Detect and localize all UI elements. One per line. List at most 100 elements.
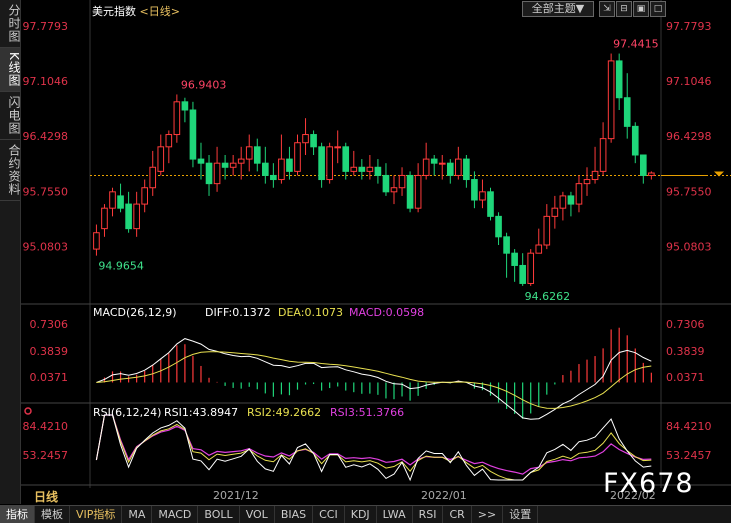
maximize-icon[interactable]: □ [650,1,666,17]
candle-down [503,236,510,254]
rsi-y-tick: 53.2457 [23,449,69,462]
candle-up [302,134,309,144]
y-tick-label: 97.7793 [23,20,69,33]
candle-up [438,162,446,165]
candle-down [125,203,132,230]
indicator-tab-rsi-11[interactable]: RSI [413,506,444,523]
candle-down [342,146,350,172]
candle-down [471,179,478,201]
macd-y-tick: 0.7306 [666,318,705,331]
sidebar-tab-0[interactable]: 分时图 [0,0,21,48]
candle-down [221,162,229,168]
candle-up [527,252,535,284]
local-high-annotation: 96.9403 [181,78,227,91]
watermark-logo: FX678 [603,468,694,499]
x-axis-label: 2021/12 [213,489,259,502]
period-label: 日线 [34,490,59,504]
macd-legend-label: MACD(26,12,9) [93,306,177,319]
candle-up [591,170,599,181]
indicator-tab-lwa-10[interactable]: LWA [377,506,413,523]
candle-down [318,146,325,181]
indicator-tab-kdj-9[interactable]: KDJ [345,506,377,523]
y-tick-label: 95.7550 [666,185,712,198]
indicator-tab--1[interactable]: 模板 [35,506,70,523]
rsi1-value: RSI1:43.8947 [164,406,238,419]
candle-down [631,125,639,156]
indicator-tab-vip-2[interactable]: VIP指标 [70,506,123,523]
candle-up [237,158,245,164]
y-tick-label: 95.0803 [666,241,712,254]
candle-up [133,203,140,230]
indicator-tab-macd-4[interactable]: MACD [152,506,199,523]
indicator-tab-bias-7[interactable]: BIAS [275,506,314,523]
rsi-y-tick: 84.4210 [23,420,69,433]
indicator-tab--0[interactable]: 指标 [0,506,35,523]
candle-down [567,195,575,205]
candle-up [213,162,221,185]
candle-down [286,158,293,172]
candle-up [575,183,583,205]
candle-up [173,101,181,136]
candle-up [551,207,559,217]
candle-up [278,158,285,181]
x-axis-label: 2022/01 [421,489,467,502]
chart-title: 美元指数 <日线> [92,3,180,19]
candle-up [245,146,253,160]
candle-up [350,166,358,172]
macd-y-tick: 0.0371 [30,371,69,384]
indicator-tab--13[interactable]: >> [472,506,504,523]
y-tick-label: 95.7550 [23,185,69,198]
candle-up [165,134,173,148]
indicator-tab-vol-6[interactable]: VOL [240,506,275,523]
y-tick-label: 97.1046 [666,75,712,88]
layout-icon[interactable]: ▣ [633,1,649,17]
candle-up [422,158,430,176]
candle-down [487,191,494,217]
sidebar-tab-1[interactable]: K线图 [0,48,21,92]
indicator-tab-boll-5[interactable]: BOLL [198,506,240,523]
candle-up [101,207,108,230]
y-tick-label: 97.7793 [666,20,712,33]
candle-up [583,179,591,185]
rsi3-value: RSI3:51.3766 [330,406,404,419]
chart-area: 97.7793 97.7793 97.1046 97.1046 96.4298 96.42… [21,0,731,488]
indicator-tab-cci-8[interactable]: CCI [313,506,345,523]
indicator-tab--14[interactable]: 设置 [503,506,539,523]
rsi-legend-label: RSI(6,12,24) [93,406,161,419]
candle-up [607,60,615,140]
sidebar: 分时图 K线图 闪电图 合约资料 [0,0,21,504]
indicator-tab-bar: 指标 模板 VIP指标 MA MACD BOLL VOL BIAS CCI KDJ LWA RSI CR… [0,505,731,523]
candle-down [181,101,189,111]
candle-down [197,158,205,164]
high-price-annotation: 97.4415 [613,38,659,51]
macd-y-tick: 0.3839 [666,345,705,358]
candle-down [358,166,366,172]
sidebar-tab-3[interactable]: 合约资料 [0,140,21,201]
candle-down [189,109,197,160]
candle-down [310,134,317,148]
candle-down [446,162,454,176]
theme-dropdown[interactable]: 全部主题▼ [522,1,594,17]
candle-up [455,158,462,176]
y-tick-label: 97.1046 [23,75,69,88]
candle-up [157,146,165,172]
candle-up [294,142,301,172]
candle-up [366,166,374,172]
restore-icon[interactable]: ⇲ [599,1,615,17]
sidebar-tab-2[interactable]: 闪电图 [0,92,21,140]
candle-down [270,174,277,181]
split-view-icon[interactable]: ⊟ [616,1,632,17]
indicator-tab-ma-3[interactable]: MA [122,506,153,523]
settings-dot-icon [24,407,32,415]
candle-up [543,215,551,246]
candle-up [149,166,157,189]
candle-down [623,97,631,127]
macd-dea-value: DEA:0.1073 [278,306,343,319]
candle-up [559,195,567,209]
macd-dea-line [96,351,652,409]
indicator-tab-cr-12[interactable]: CR [443,506,472,523]
candle-down [382,174,390,193]
candle-down [406,174,414,209]
candle-up [535,244,543,254]
y-tick-label: 96.4298 [666,130,712,143]
